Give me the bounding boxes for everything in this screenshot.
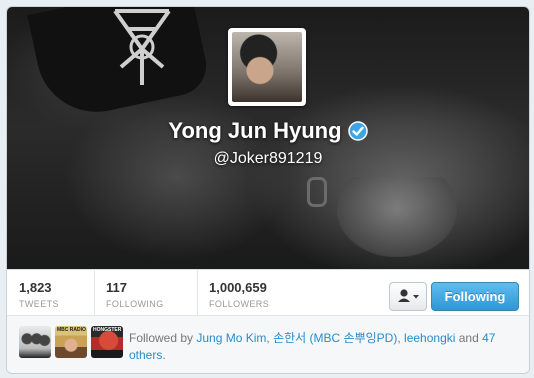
follower-avatar-3-label: HONGSTER <box>93 327 122 333</box>
stat-tweets[interactable]: 1,823 TWEETS <box>7 270 95 315</box>
profile-avatar[interactable] <box>228 28 306 106</box>
banner-ring-shape <box>307 177 327 207</box>
follower-avatar-1[interactable] <box>19 326 51 358</box>
followed-by-user-3[interactable]: leehongki <box>404 331 455 345</box>
stat-following-label: FOLLOWING <box>106 299 164 309</box>
person-icon <box>398 289 419 302</box>
stat-followers-value: 1,000,659 <box>209 280 267 295</box>
followed-by-and: and <box>458 331 479 345</box>
banner-hand-shape <box>337 177 457 257</box>
profile-card: Yong Jun Hyung @Joker891219 1,823 TWEETS… <box>6 6 530 374</box>
profile-stats-bar: 1,823 TWEETS 117 FOLLOWING 1,000,659 FOL… <box>7 269 529 315</box>
follower-avatar-2-label: MBC RADIO <box>57 327 86 333</box>
following-button[interactable]: Following <box>431 282 519 311</box>
profile-name-text: Yong Jun Hyung <box>168 118 342 143</box>
avatar-image <box>232 32 302 102</box>
stat-tweets-label: TWEETS <box>19 299 59 309</box>
follower-avatar-3[interactable]: HONGSTER <box>91 326 123 358</box>
followed-by-user-2[interactable]: 손한서 (MBC 손뿌잉PD) <box>273 331 397 345</box>
profile-header-banner: Yong Jun Hyung @Joker891219 <box>7 7 529 269</box>
stat-followers-label: FOLLOWERS <box>209 299 270 309</box>
profile-name: Yong Jun Hyung <box>7 118 529 147</box>
stat-followers[interactable]: 1,000,659 FOLLOWERS <box>197 270 307 315</box>
followed-by-user-1[interactable]: Jung Mo Kim <box>196 331 266 345</box>
stat-following[interactable]: 117 FOLLOWING <box>94 270 198 315</box>
followed-by-prefix: Followed by <box>129 331 194 345</box>
stat-tweets-value: 1,823 <box>19 280 52 295</box>
follower-avatar-2[interactable]: MBC RADIO <box>55 326 87 358</box>
profile-handle[interactable]: @Joker891219 <box>7 150 529 168</box>
user-actions-button[interactable] <box>389 282 427 311</box>
followed-by-sep-1: , <box>266 331 270 345</box>
followed-by-text: Followed by Jung Mo Kim, 손한서 (MBC 손뿌잉PD)… <box>129 330 519 364</box>
followed-by-section: MBC RADIO HONGSTER Followed by Jung Mo K… <box>7 315 529 373</box>
followed-by-end: . <box>162 348 166 362</box>
verified-badge-icon <box>347 121 368 147</box>
stat-following-value: 117 <box>106 280 127 295</box>
beanie-logo-icon <box>113 9 171 85</box>
followed-by-sep-2: , <box>397 331 401 345</box>
